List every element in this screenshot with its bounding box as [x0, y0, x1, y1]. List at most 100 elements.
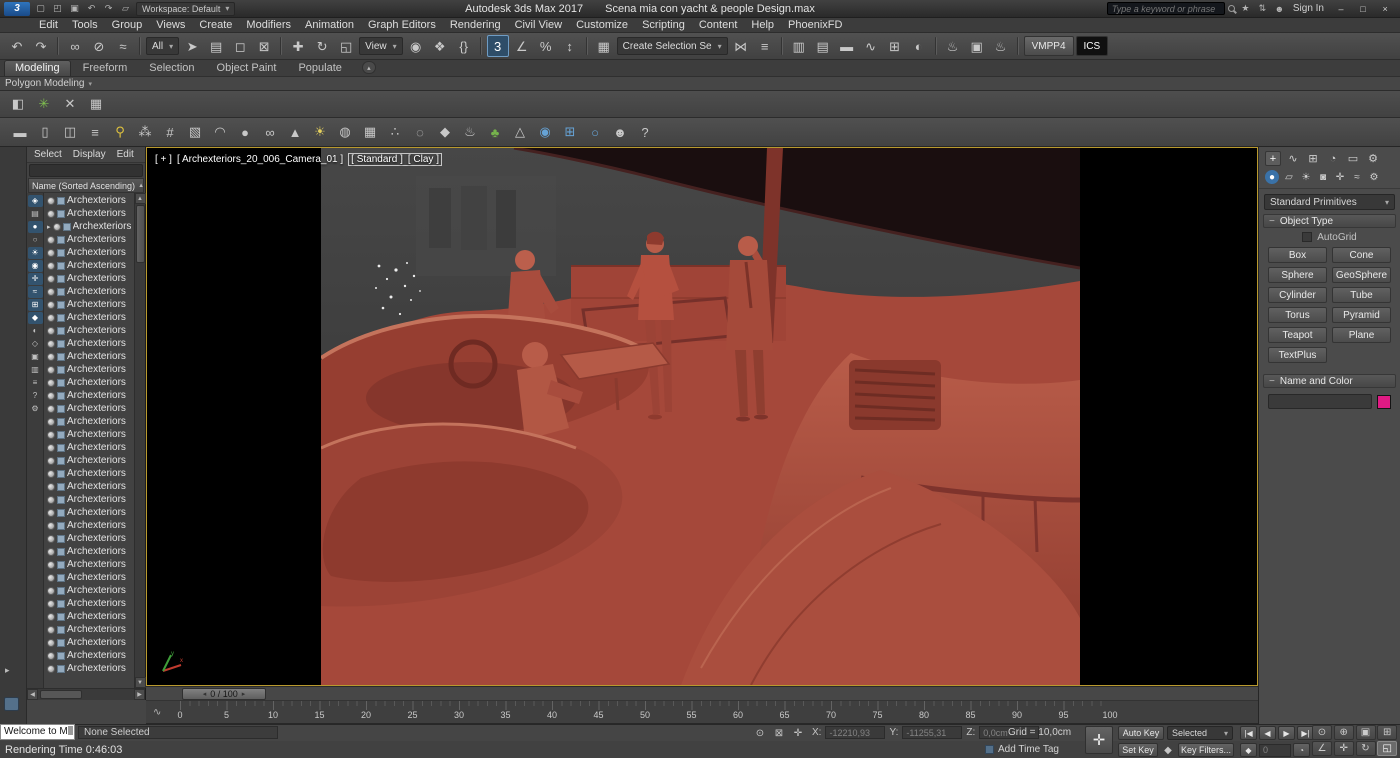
layer-explorer-icon[interactable]: ▤: [812, 35, 834, 57]
menu-item[interactable]: Tools: [65, 18, 105, 33]
scene-object-row[interactable]: Archexteriors: [44, 623, 134, 636]
ribbon-toggle-icon[interactable]: ▬: [836, 35, 858, 57]
goto-start-button[interactable]: |◀: [1240, 726, 1257, 740]
ribbon-tab[interactable]: Object Paint: [207, 61, 287, 76]
vmpp4-button[interactable]: VMPP4: [1024, 36, 1074, 56]
visibility-eye-icon[interactable]: [47, 275, 55, 283]
scene-object-row[interactable]: Archexteriors: [44, 480, 134, 493]
visibility-eye-icon[interactable]: [47, 600, 55, 608]
scene-object-row[interactable]: Archexteriors: [44, 441, 134, 454]
menu-item[interactable]: Civil View: [508, 18, 569, 33]
terrain-icon[interactable]: △: [510, 122, 530, 142]
category-systems[interactable]: ⚙: [1367, 170, 1381, 184]
redo-icon[interactable]: ↷: [101, 2, 116, 16]
use-center-icon[interactable]: ◉: [405, 35, 427, 57]
primitive-button[interactable]: Tube: [1332, 287, 1391, 303]
menu-item[interactable]: Group: [105, 18, 150, 33]
snaps-toggle-icon[interactable]: 3: [487, 35, 509, 57]
show-xrefs-icon[interactable]: ◆: [28, 312, 43, 324]
find-icon[interactable]: ?: [28, 390, 43, 402]
new-scene-icon[interactable]: ▢: [33, 2, 48, 16]
visibility-eye-icon[interactable]: [47, 288, 55, 296]
viewport-label[interactable]: [ + ] [ Archexteriors_20_006_Camera_01 ]…: [155, 153, 442, 166]
select-move-icon[interactable]: ✚: [287, 35, 309, 57]
menu-item[interactable]: Content: [692, 18, 745, 33]
set-keys-button[interactable]: ✛: [1085, 726, 1113, 754]
geosphere-icon[interactable]: ◍: [335, 122, 355, 142]
selection-filter-dropdown[interactable]: All: [146, 37, 179, 55]
visibility-eye-icon[interactable]: [47, 379, 55, 387]
menu-item[interactable]: Views: [149, 18, 192, 33]
save-file-icon[interactable]: ▣: [67, 2, 82, 16]
viewport-layout-icon[interactable]: ◧: [8, 94, 28, 114]
maximize-button[interactable]: □: [1352, 2, 1374, 16]
dome-icon[interactable]: ◠: [210, 122, 230, 142]
object-color-swatch[interactable]: [1377, 395, 1391, 409]
scene-object-row[interactable]: Archexteriors: [44, 519, 134, 532]
scene-object-row[interactable]: Archexteriors: [44, 493, 134, 506]
category-cameras[interactable]: ◙: [1316, 170, 1330, 184]
angle-snap-icon[interactable]: ∠: [511, 35, 533, 57]
scene-object-row[interactable]: Archexteriors: [44, 298, 134, 311]
sign-in-button[interactable]: Sign In: [1290, 3, 1327, 14]
tab-hierarchy[interactable]: ⊞: [1305, 151, 1321, 166]
visibility-eye-icon[interactable]: [47, 340, 55, 348]
zoom-all-icon[interactable]: ⊕: [1334, 725, 1354, 740]
ribbon-tab[interactable]: Freeform: [73, 61, 138, 76]
visibility-eye-icon[interactable]: [47, 236, 55, 244]
sun-light-icon[interactable]: ☀: [310, 122, 330, 142]
scene-object-row[interactable]: Archexteriors: [44, 311, 134, 324]
show-spacewarps-icon[interactable]: ≈: [28, 286, 43, 298]
menu-item[interactable]: Customize: [569, 18, 635, 33]
render-setup-icon[interactable]: ♨: [942, 35, 964, 57]
circle-shape-icon[interactable]: ○: [585, 122, 605, 142]
primitive-button[interactable]: Sphere: [1268, 267, 1327, 283]
bind-spacewarp-icon[interactable]: ≈: [112, 35, 134, 57]
scene-object-row[interactable]: Archexteriors: [44, 363, 134, 376]
undo-icon[interactable]: ↶: [6, 35, 28, 57]
visibility-eye-icon[interactable]: [47, 535, 55, 543]
ribbon-minimize-button[interactable]: ▴: [362, 61, 376, 74]
lock-cell-icon[interactable]: ▣: [28, 351, 43, 363]
visibility-eye-icon[interactable]: [47, 314, 55, 322]
biped-icon[interactable]: ☻: [610, 122, 630, 142]
visibility-eye-icon[interactable]: [47, 327, 55, 335]
tab-motion[interactable]: ◔: [1325, 151, 1341, 166]
primitive-button[interactable]: Box: [1268, 247, 1327, 263]
key-icon[interactable]: ⚲: [110, 122, 130, 142]
time-configuration-button[interactable]: ◔: [1293, 743, 1310, 757]
scene-object-row[interactable]: Archexteriors: [44, 558, 134, 571]
category-shapes[interactable]: ▱: [1282, 170, 1296, 184]
primitive-button[interactable]: Teapot: [1268, 327, 1327, 343]
visibility-eye-icon[interactable]: [47, 587, 55, 595]
visibility-eye-icon[interactable]: [47, 366, 55, 374]
reference-coordinate-dropdown[interactable]: View: [359, 37, 403, 55]
primitive-button[interactable]: GeoSphere: [1332, 267, 1391, 283]
scene-object-row[interactable]: Archexteriors: [44, 389, 134, 402]
add-time-tag[interactable]: Add Time Tag: [985, 744, 1059, 755]
scene-object-row[interactable]: Archexteriors: [44, 259, 134, 272]
scene-explorer-icon[interactable]: ▥: [788, 35, 810, 57]
current-frame-field[interactable]: [1259, 744, 1291, 757]
scene-object-row[interactable]: Archexteriors: [44, 649, 134, 662]
visibility-eye-icon[interactable]: [47, 509, 55, 517]
visibility-eye-icon[interactable]: [47, 418, 55, 426]
zoom-icon[interactable]: ⊙: [1312, 725, 1332, 740]
render-production-icon[interactable]: ♨: [990, 35, 1012, 57]
grid-helper-icon[interactable]: ⊞: [560, 122, 580, 142]
visibility-eye-icon[interactable]: [47, 405, 55, 413]
previous-frame-button[interactable]: ◀: [1259, 726, 1276, 740]
scene-object-row[interactable]: Archexteriors: [44, 324, 134, 337]
category-spacewarps[interactable]: ≈: [1350, 170, 1364, 184]
visibility-eye-icon[interactable]: [47, 665, 55, 673]
viewport-shading-group[interactable]: [ Standard ] [ Clay ]: [348, 153, 442, 166]
sync-selection-icon[interactable]: ▥: [28, 364, 43, 376]
viewport-camera-label[interactable]: [ Archexteriors_20_006_Camera_01 ]: [177, 154, 343, 165]
scrollbar-thumb[interactable]: [136, 205, 145, 263]
time-ruler[interactable]: ∿ 05101520253035404550556065707580859095…: [146, 701, 1258, 724]
menu-item[interactable]: PhoenixFD: [781, 18, 849, 33]
primitive-button[interactable]: Pyramid: [1332, 307, 1391, 323]
visibility-eye-icon[interactable]: [53, 223, 61, 231]
maxscript-mini-listener[interactable]: Welcome to M: [0, 724, 75, 740]
edit-selection-sets-icon[interactable]: ▦: [593, 35, 615, 57]
